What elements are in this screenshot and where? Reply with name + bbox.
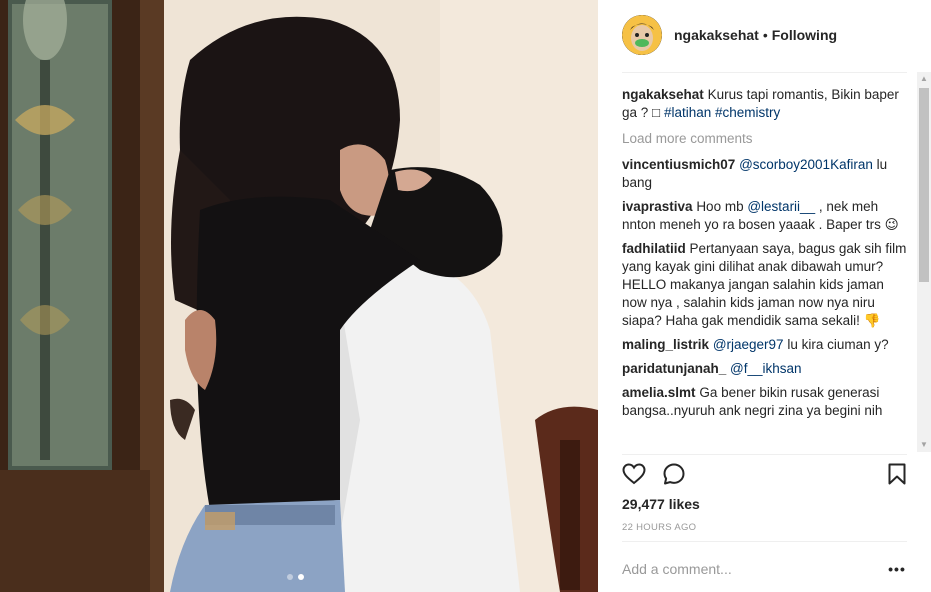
header-username[interactable]: ngakaksehat	[674, 27, 759, 43]
post-actions	[622, 462, 912, 488]
comments-scrollbar[interactable]: ▲ ▼	[917, 72, 931, 452]
load-more-comments-button[interactable]: Load more comments	[622, 130, 907, 148]
comment-username[interactable]: ivaprastiva	[622, 199, 693, 214]
more-options-icon[interactable]: •••	[887, 559, 907, 579]
comment-username[interactable]: fadhilatiid	[622, 241, 686, 256]
header-text: ngakaksehat • Following	[674, 27, 837, 43]
mention-link[interactable]: @lestarii__	[747, 199, 815, 214]
caption: ngakaksehat Kurus tapi romantis, Bikin b…	[622, 86, 907, 122]
comment-item: fadhilatiid Pertanyaan saya, bagus gak s…	[622, 240, 907, 330]
comment-item: vincentiusmich07 @scorboy2001Kafiran lu …	[622, 156, 907, 192]
post-media[interactable]	[0, 0, 598, 592]
actions-divider	[622, 454, 907, 455]
post-timestamp[interactable]: 22 HOURS AGO	[622, 522, 696, 533]
mention-link[interactable]: @rjaeger97	[713, 337, 784, 352]
comment-username[interactable]: vincentiusmich07	[622, 157, 735, 172]
carousel-indicator	[287, 574, 304, 580]
scrollbar-thumb[interactable]	[919, 88, 929, 282]
following-button[interactable]: Following	[772, 27, 837, 43]
comment-text: Hoo mb	[696, 199, 748, 214]
header-separator: •	[762, 27, 768, 43]
post-header: ngakaksehat • Following	[622, 15, 907, 55]
avatar[interactable]	[622, 15, 662, 55]
header-divider	[622, 72, 907, 73]
comment-item: maling_listrik @rjaeger97 lu kira ciuman…	[622, 336, 907, 354]
likes-count[interactable]: 29,477 likes	[622, 496, 700, 512]
comment-username[interactable]: amelia.slmt	[622, 385, 696, 400]
carousel-dot-active[interactable]	[298, 574, 304, 580]
caption-username[interactable]: ngakaksehat	[622, 87, 704, 102]
hashtag-link[interactable]: #latihan	[664, 105, 711, 120]
comment-item: paridatunjanah_ @f__ikhsan	[622, 360, 907, 378]
comment-bubble-icon[interactable]	[662, 462, 686, 486]
scroll-up-arrow-icon[interactable]: ▲	[917, 72, 931, 86]
comment-text: lu kira ciuman y?	[783, 337, 889, 352]
comment-box-divider	[622, 541, 907, 542]
scroll-down-arrow-icon[interactable]: ▼	[917, 438, 931, 452]
bookmark-icon[interactable]	[885, 462, 909, 486]
video-frame	[0, 0, 598, 592]
heart-icon[interactable]	[622, 462, 646, 486]
hashtag-link[interactable]: #chemistry	[715, 105, 780, 120]
mention-link[interactable]: @scorboy2001Kafiran	[739, 157, 873, 172]
comment-item: amelia.slmt Ga bener bikin rusak generas…	[622, 384, 907, 420]
comment-username[interactable]: paridatunjanah_	[622, 361, 726, 376]
carousel-dot[interactable]	[287, 574, 293, 580]
comment-username[interactable]: maling_listrik	[622, 337, 709, 352]
comment-item: ivaprastiva Hoo mb @lestarii__ , nek meh…	[622, 198, 907, 234]
add-comment-input[interactable]	[622, 560, 887, 577]
add-comment-row: •••	[622, 545, 907, 592]
mention-link[interactable]: @f__ikhsan	[730, 361, 802, 376]
comments-list[interactable]: ngakaksehat Kurus tapi romantis, Bikin b…	[622, 86, 907, 452]
avatar-image	[622, 15, 662, 55]
